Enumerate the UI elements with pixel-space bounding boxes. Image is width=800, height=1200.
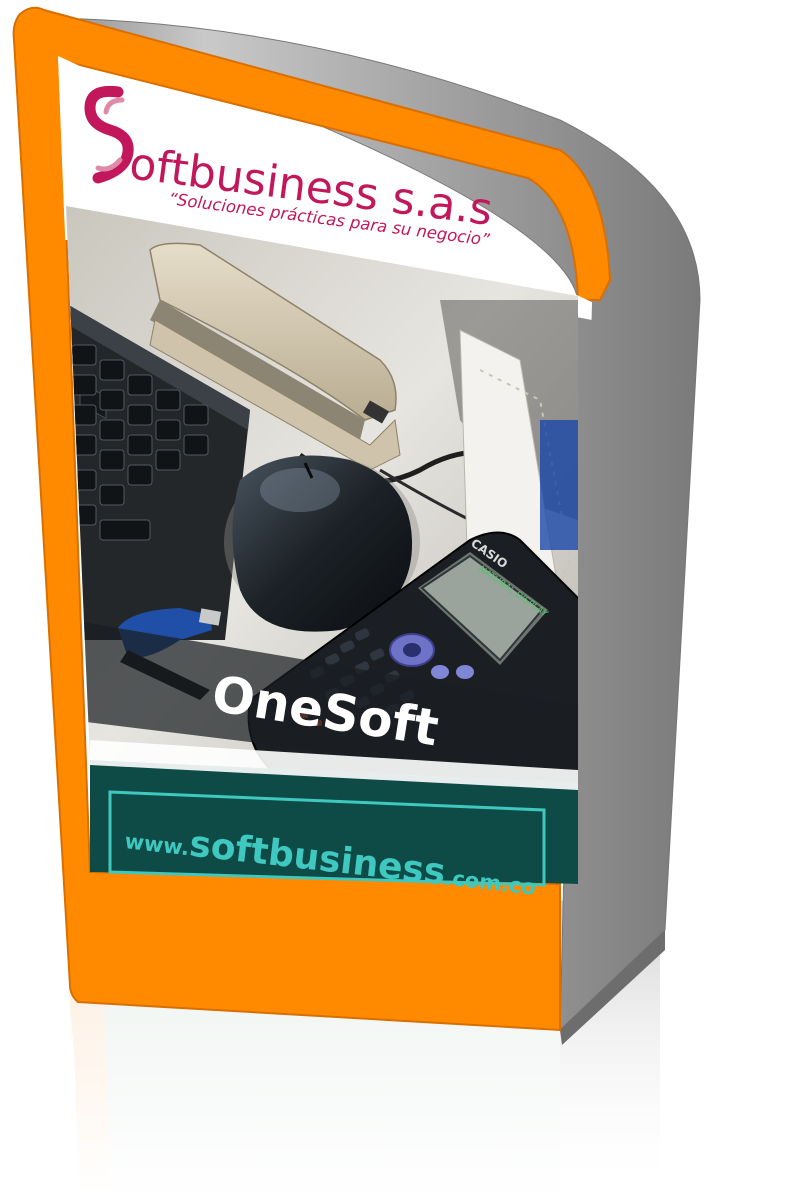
box-art: www.softbusiness.com.co (0, 6, 800, 1200)
software-box-illustration: www.softbusiness.com.co (0, 0, 800, 1200)
